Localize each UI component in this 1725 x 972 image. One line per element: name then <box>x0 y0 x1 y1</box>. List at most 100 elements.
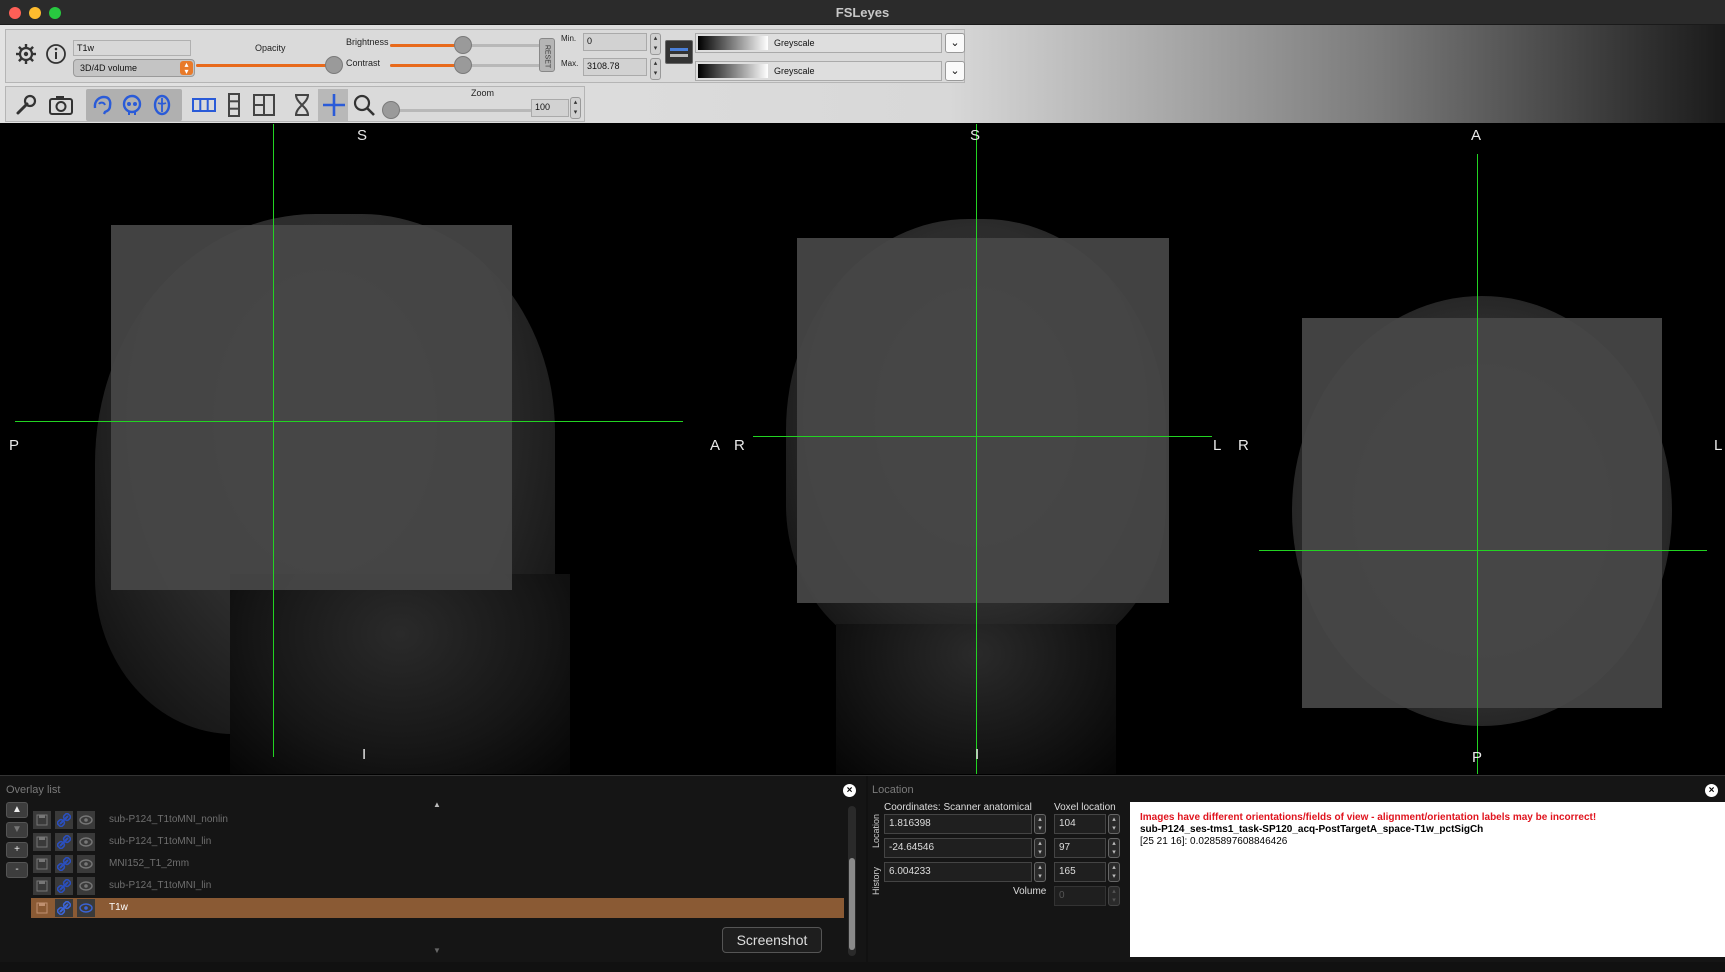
axial-head-icon[interactable] <box>148 91 176 119</box>
title-bar: FSLeyes <box>0 0 1725 25</box>
magnifier-icon[interactable] <box>350 91 378 119</box>
vertical-layout-icon[interactable] <box>220 91 248 119</box>
scroll-up-arrow-icon[interactable]: ▲ <box>433 800 441 809</box>
save-icon[interactable] <box>33 899 51 917</box>
min-value-field[interactable]: 0 <box>583 33 647 51</box>
overlay-list-item-selected[interactable]: T1w <box>31 898 844 918</box>
min-label: Min. <box>561 34 577 43</box>
overlay-list-item[interactable]: MNI152_T1_2mm <box>31 854 844 874</box>
eye-icon[interactable] <box>77 899 95 917</box>
link-icon[interactable] <box>55 833 73 851</box>
eye-icon[interactable] <box>77 833 95 851</box>
sagittal-label-top: S <box>357 127 368 144</box>
axial-view[interactable]: A P R L <box>1234 124 1725 774</box>
location-tab[interactable]: Location <box>870 808 882 856</box>
coord-z-field[interactable]: 6.004233 <box>884 862 1032 882</box>
info-icon[interactable] <box>44 42 68 66</box>
axial-label-right: L <box>1714 437 1723 454</box>
move-down-button[interactable]: ▼ <box>6 822 28 838</box>
save-icon[interactable] <box>33 877 51 895</box>
link-icon[interactable] <box>55 855 73 873</box>
contrast-slider-thumb[interactable] <box>454 56 472 74</box>
eye-icon[interactable] <box>77 811 95 829</box>
gear-icon[interactable] <box>14 42 38 66</box>
voxel-y-field[interactable]: 97 <box>1054 838 1106 858</box>
remove-overlay-button[interactable]: - <box>6 862 28 878</box>
zoom-slider-track[interactable] <box>391 109 533 112</box>
close-icon[interactable]: × <box>843 784 856 797</box>
volume-label: Volume <box>1013 886 1047 897</box>
colormap-name-1: Greyscale <box>774 38 815 48</box>
scroll-down-arrow-icon[interactable]: ▼ <box>433 946 441 955</box>
colormap-name-2: Greyscale <box>774 66 815 76</box>
colormap-select-1[interactable]: Greyscale <box>695 33 942 53</box>
close-icon[interactable]: × <box>1705 784 1718 797</box>
reset-label: RESET <box>543 44 551 69</box>
overlay-list-item[interactable]: sub-P124_T1toMNI_lin <box>31 832 844 852</box>
axial-overlay-image <box>1302 318 1662 708</box>
sagittal-crosshair-vertical <box>273 124 274 757</box>
coord-y-field[interactable]: -24.64546 <box>884 838 1032 858</box>
min-value-stepper[interactable]: ▴ ▾ <box>650 33 661 55</box>
coronal-view[interactable]: S I R L <box>726 124 1234 774</box>
add-overlay-button[interactable]: + <box>6 842 28 858</box>
volume-stepper[interactable]: ▴ ▾ <box>1108 886 1120 906</box>
zoom-value-field[interactable]: 100 <box>531 99 569 117</box>
coronal-head-icon[interactable] <box>118 91 146 119</box>
camera-icon[interactable] <box>46 91 76 119</box>
save-icon[interactable] <box>33 811 51 829</box>
link-icon[interactable] <box>55 899 73 917</box>
orientation-warning: Images have different orientations/field… <box>1140 812 1597 823</box>
max-value-field[interactable]: 3108.78 <box>583 58 647 76</box>
coord-x-stepper[interactable]: ▴ ▾ <box>1034 814 1046 834</box>
save-icon[interactable] <box>33 855 51 873</box>
voxel-y-stepper[interactable]: ▴ ▾ <box>1108 838 1120 858</box>
link-icon[interactable] <box>55 877 73 895</box>
voxel-z-field[interactable]: 165 <box>1054 862 1106 882</box>
overlay-name: T1w <box>109 902 128 913</box>
sagittal-neck-image <box>230 574 570 774</box>
opacity-slider-thumb[interactable] <box>325 56 343 74</box>
overlay-list-item[interactable]: sub-P124_T1toMNI_nonlin <box>31 810 844 830</box>
sagittal-head-icon[interactable] <box>88 91 116 119</box>
colormap-select-2[interactable]: Greyscale <box>695 61 942 81</box>
save-icon[interactable] <box>33 833 51 851</box>
overlay-list-title: Overlay list <box>6 784 61 796</box>
link-icon[interactable] <box>55 811 73 829</box>
voxel-x-stepper[interactable]: ▴ ▾ <box>1108 814 1120 834</box>
crosshair-icon[interactable] <box>320 91 348 119</box>
sagittal-view[interactable]: S I P A <box>0 124 720 774</box>
movie-mode-icon[interactable] <box>288 91 316 119</box>
voxel-x-field[interactable]: 104 <box>1054 814 1106 834</box>
zoom-value-stepper[interactable]: ▴ ▾ <box>570 97 581 119</box>
coord-x-field[interactable]: 1.816398 <box>884 814 1032 834</box>
overlay-list-scrollbar-thumb[interactable] <box>849 858 855 950</box>
max-value-stepper[interactable]: ▴ ▾ <box>650 58 661 80</box>
brightness-slider-thumb[interactable] <box>454 36 472 54</box>
eye-icon[interactable] <box>77 877 95 895</box>
wrench-icon[interactable] <box>12 91 40 119</box>
overlay-type-value: 3D/4D volume <box>80 63 138 73</box>
grid-layout-icon[interactable] <box>250 91 278 119</box>
move-up-button[interactable]: ▲ <box>6 802 28 818</box>
zoom-slider-thumb[interactable] <box>382 101 400 119</box>
chevron-down-icon[interactable]: ⌄ <box>945 33 965 53</box>
contrast-label: Contrast <box>346 58 381 68</box>
voxel-z-stepper[interactable]: ▴ ▾ <box>1108 862 1120 882</box>
coord-y-stepper[interactable]: ▴ ▾ <box>1034 838 1046 858</box>
location-title: Location <box>872 784 914 796</box>
overlay-list-scrollbar[interactable] <box>848 806 856 956</box>
colormap-link-button[interactable] <box>665 40 693 64</box>
axial-label-top: A <box>1471 127 1482 144</box>
overlay-name-field[interactable]: T1w <box>73 40 191 56</box>
volume-field[interactable]: 0 <box>1054 886 1106 906</box>
eye-icon[interactable] <box>77 855 95 873</box>
coord-z-stepper[interactable]: ▴ ▾ <box>1034 862 1046 882</box>
link-bar-icon-2 <box>670 54 688 57</box>
overlay-list-item[interactable]: sub-P124_T1toMNI_lin <box>31 876 844 896</box>
overlay-type-select[interactable]: 3D/4D volume ▴ ▾ <box>73 59 195 77</box>
history-tab[interactable]: History <box>870 860 882 904</box>
chevron-down-icon-2[interactable]: ⌄ <box>945 61 965 81</box>
horizontal-layout-icon[interactable] <box>190 91 218 119</box>
reset-button[interactable]: RESET <box>539 38 555 72</box>
